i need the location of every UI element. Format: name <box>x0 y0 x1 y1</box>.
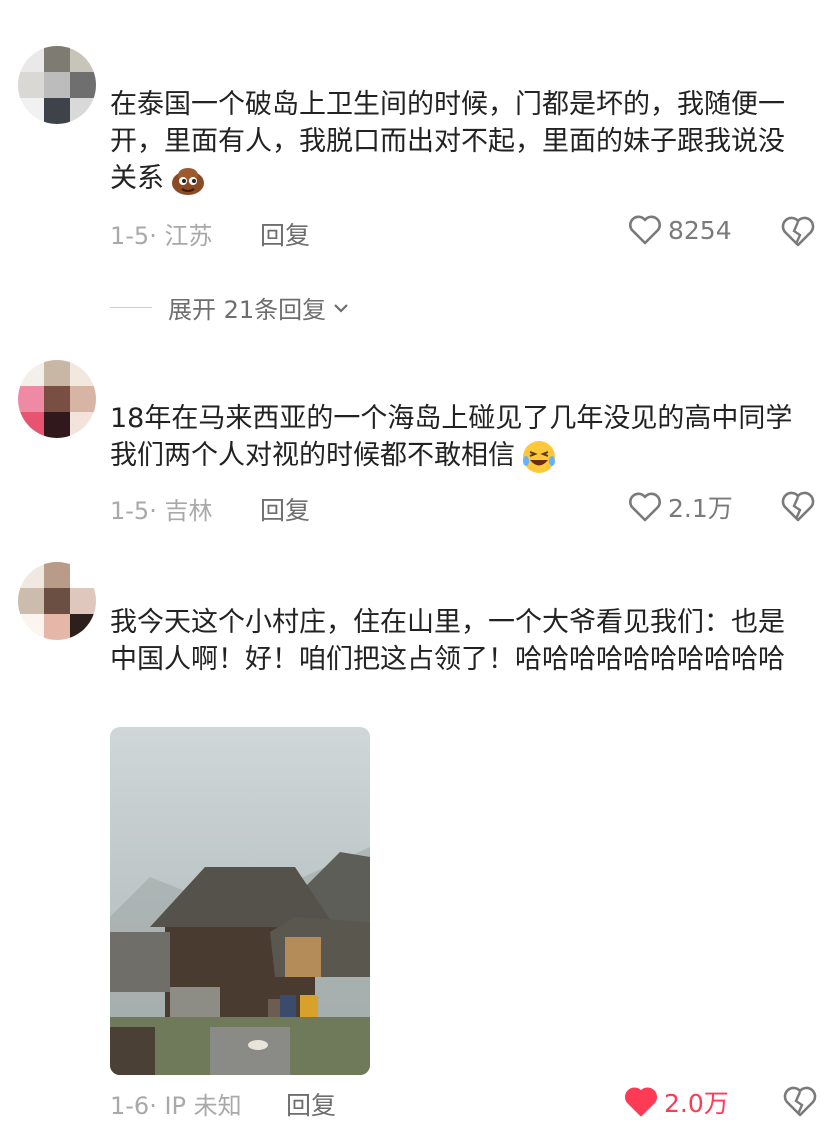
comment-photo[interactable] <box>110 727 370 1075</box>
comment-text: 我今天这个小村庄，住在山里，一个大爷看见我们：也是中国人啊！好！咱们把这占领了！… <box>110 604 810 678</box>
avatar[interactable] <box>18 562 96 640</box>
poop-emoji-icon <box>172 167 204 195</box>
like-count: 8254 <box>668 215 732 245</box>
divider-line <box>110 307 152 308</box>
heart-outline-icon <box>629 492 661 522</box>
comment-meta: 1-6· IP 未知 <box>110 1092 242 1120</box>
avatar[interactable] <box>18 46 96 124</box>
heart-outline-icon <box>629 215 661 245</box>
comment-body: 我今天这个小村庄，住在山里，一个大爷看见我们：也是中国人啊！好！咱们把这占领了！… <box>110 607 785 675</box>
reply-button[interactable]: 回复 <box>260 216 310 252</box>
comment-body: 在泰国一个破岛上卫生间的时候，门都是坏的，我随便一开，里面有人，我脱口而出对不起… <box>110 89 785 194</box>
like-button[interactable]: 2.0万 <box>624 1084 729 1120</box>
broken-heart-icon[interactable] <box>782 1084 818 1118</box>
like-count: 2.0万 <box>664 1089 729 1118</box>
expand-label: 展开 21条回复 <box>168 296 327 324</box>
like-button[interactable]: 8254 <box>628 214 732 246</box>
like-count: 2.1万 <box>668 494 733 523</box>
like-button[interactable]: 2.1万 <box>628 489 733 525</box>
heart-filled-icon <box>625 1087 657 1117</box>
comment-meta: 1-5· 吉林 <box>110 497 213 525</box>
comment-meta: 1-5· 江苏 <box>110 222 213 250</box>
laughing-emoji-icon <box>523 440 555 473</box>
broken-heart-icon[interactable] <box>780 214 816 248</box>
reply-button[interactable]: 回复 <box>286 1086 336 1122</box>
comment-text: 在泰国一个破岛上卫生间的时候，门都是坏的，我随便一开，里面有人，我脱口而出对不起… <box>110 86 810 198</box>
expand-replies-button[interactable]: 展开 21条回复 <box>110 290 352 325</box>
village-photo <box>110 727 370 1075</box>
chevron-down-icon <box>334 303 348 313</box>
comment-text: 18年在马来西亚的一个海岛上碰见了几年没见的高中同学 我们两个人对视的时候都不敢… <box>110 400 810 475</box>
reply-button[interactable]: 回复 <box>260 491 310 527</box>
avatar[interactable] <box>18 360 96 438</box>
broken-heart-icon[interactable] <box>780 489 816 523</box>
comment-body: 18年在马来西亚的一个海岛上碰见了几年没见的高中同学 我们两个人对视的时候都不敢… <box>110 403 793 471</box>
